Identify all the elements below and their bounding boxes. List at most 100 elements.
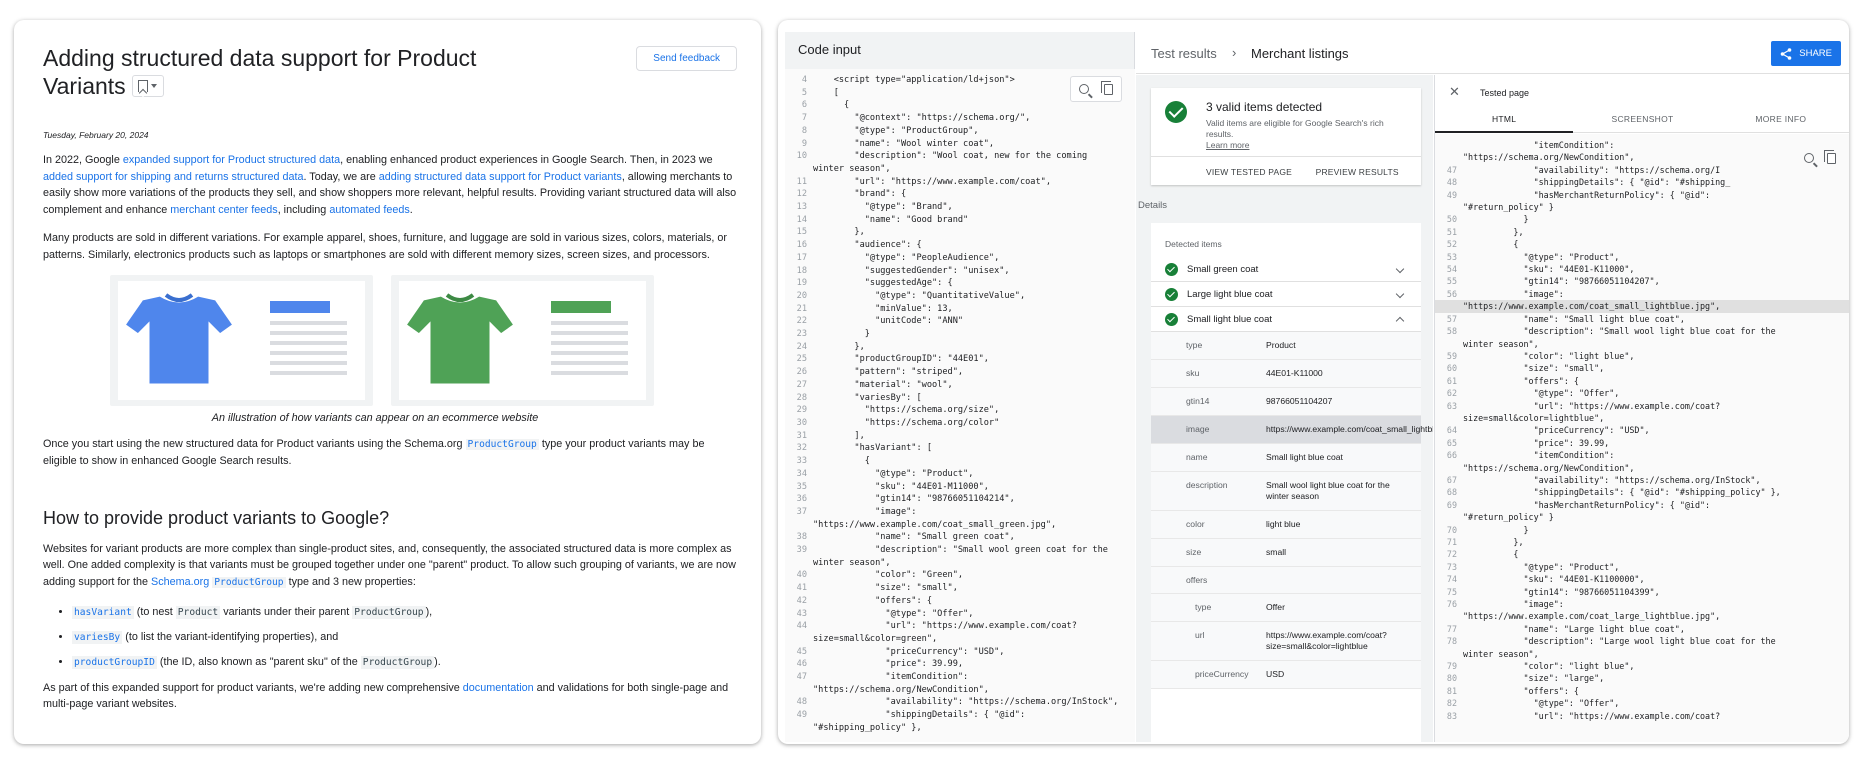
preview-results-button[interactable]: PREVIEW RESULTS bbox=[1316, 167, 1399, 177]
code-line: 36 "gtin14": "98766051104214", bbox=[785, 493, 1135, 506]
property-row[interactable]: type Offer bbox=[1151, 594, 1421, 622]
line-text: "name": "Wool winter coat", bbox=[813, 138, 995, 149]
link-documentation[interactable]: documentation bbox=[463, 682, 534, 694]
line-text: "https://www.example.com/coat_small_ligh… bbox=[1463, 301, 1721, 312]
search-icon[interactable] bbox=[1803, 153, 1814, 163]
link-shipping-returns[interactable]: added support for shipping and returns s… bbox=[43, 171, 304, 183]
line-text: "color": "light blue", bbox=[1463, 350, 1635, 361]
learn-more-link[interactable]: Learn more bbox=[1206, 140, 1249, 150]
text: ). bbox=[434, 656, 441, 669]
link-variesby[interactable]: variesBy bbox=[72, 630, 123, 644]
property-row[interactable]: type Product bbox=[1151, 332, 1421, 360]
code-editor[interactable]: 4 <script type="application/ld+json"> 5 [… bbox=[785, 69, 1135, 742]
line-number: 38 bbox=[796, 532, 807, 543]
blue-variant-figure bbox=[110, 274, 373, 406]
link-hasvariant[interactable]: hasVariant bbox=[72, 605, 134, 619]
line-text: "itemCondition": bbox=[1463, 140, 1615, 150]
property-row[interactable]: offers bbox=[1151, 567, 1421, 594]
send-feedback-button[interactable]: Send feedback bbox=[636, 46, 737, 71]
property-value: https://www.example.com/coat?size=small&… bbox=[1266, 630, 1387, 651]
line-number bbox=[1435, 201, 1463, 213]
code-line: 26 "pattern": "striped", bbox=[785, 366, 1135, 379]
tab-html[interactable]: HTML bbox=[1435, 105, 1574, 133]
property-row[interactable]: image https://www.example.com/coat_small_… bbox=[1151, 416, 1433, 444]
item-properties-table: type Product sku 44E01-K11000 gtin14 98766051… bbox=[1151, 332, 1433, 689]
line-number: 7 bbox=[801, 113, 807, 124]
html-source-view[interactable]: "itemCondition": "https://schema.org/NewC… bbox=[1435, 134, 1849, 742]
property-row[interactable]: gtin14 98766051104207 bbox=[1151, 388, 1421, 416]
property-key: offers bbox=[1186, 575, 1208, 585]
code-line: 80 "size": "large", bbox=[1435, 672, 1849, 684]
detected-item-expanded[interactable]: Small light blue coat bbox=[1151, 307, 1421, 332]
property-row[interactable]: url https://www.example.com/coat?size=sma… bbox=[1151, 622, 1421, 661]
code-line: 41 "size": "small", bbox=[785, 582, 1135, 595]
property-row[interactable]: priceCurrency USD bbox=[1151, 661, 1421, 689]
code-line: 79 "color": "light blue", bbox=[1435, 660, 1849, 672]
property-key: type bbox=[1195, 602, 1212, 612]
code-line: 46 "price": 39.99, bbox=[785, 658, 1135, 671]
code-line: 62 "@type": "Offer", bbox=[1435, 387, 1849, 399]
line-number: 41 bbox=[796, 583, 807, 594]
line-number bbox=[1435, 338, 1463, 350]
property-key: description bbox=[1186, 480, 1228, 490]
line-text: "priceCurrency": "USD", bbox=[1463, 425, 1650, 436]
tab-screenshot[interactable]: SCREENSHOT bbox=[1573, 105, 1711, 133]
copy-icon[interactable] bbox=[1101, 80, 1114, 95]
valid-items-subtitle: Valid items are eligible for Google Sear… bbox=[1206, 118, 1406, 151]
line-text: "priceCurrency": "USD", bbox=[813, 646, 1005, 657]
property-value: Small wool light blue coat for the winte… bbox=[1266, 480, 1390, 501]
view-tested-page-button[interactable]: VIEW TESTED PAGE bbox=[1206, 167, 1292, 177]
link-merchant-center-feeds[interactable]: merchant center feeds bbox=[170, 204, 277, 216]
line-text: "material": "wool", bbox=[813, 379, 953, 390]
code-line: 78 "description": "Large wool light blue… bbox=[1435, 635, 1849, 647]
property-key: size bbox=[1186, 547, 1202, 557]
code-line: winter season", bbox=[785, 557, 1135, 570]
line-text: "price": 39.99, bbox=[813, 659, 964, 670]
line-text: }, bbox=[1463, 537, 1524, 547]
property-row[interactable]: name Small light blue coat bbox=[1151, 444, 1421, 472]
line-number bbox=[1435, 151, 1463, 163]
link-automated-feeds[interactable]: automated feeds bbox=[329, 204, 409, 216]
tab-more-info[interactable]: MORE INFO bbox=[1712, 105, 1849, 133]
code-line: 48 "availability": "https://schema.org/I… bbox=[785, 696, 1135, 709]
line-number bbox=[785, 633, 813, 646]
line-placeholder bbox=[270, 350, 347, 355]
property-row[interactable]: color light blue bbox=[1151, 511, 1421, 539]
close-icon[interactable]: ✕ bbox=[1449, 84, 1460, 100]
line-text: size=small&color=lightblue", bbox=[1463, 412, 1605, 423]
code-line: 18 "suggestedGender": "unisex", bbox=[785, 265, 1135, 278]
line-number: 51 bbox=[1446, 226, 1457, 237]
line-text: "https://schema.org/color" bbox=[813, 417, 1000, 428]
property-row[interactable]: description Small wool light blue coat fo… bbox=[1151, 472, 1421, 511]
share-button[interactable]: SHARE bbox=[1771, 41, 1841, 66]
breadcrumb-test-results[interactable]: Test results bbox=[1151, 46, 1217, 61]
code-line: 15 }, bbox=[785, 226, 1135, 239]
line-text: "availability": "https://schema.org/I bbox=[1463, 164, 1721, 175]
line-text: "url": "https://www.example.com/coat? bbox=[1463, 710, 1721, 721]
variations-paragraph: Many products are sold in different vari… bbox=[43, 232, 727, 261]
link-product-structured-data[interactable]: expanded support for Product structured … bbox=[123, 154, 340, 166]
property-row[interactable]: size small bbox=[1151, 539, 1421, 567]
line-text: "@type": "QuantitativeValue", bbox=[813, 290, 1026, 301]
code-line: 68 "shippingDetails": { "@id": "#shippin… bbox=[1435, 486, 1849, 498]
line-text: "suggestedAge": { bbox=[813, 278, 953, 289]
results-pane: 3 valid items detected Valid items are e… bbox=[1136, 75, 1433, 742]
detected-item[interactable]: Large light blue coat bbox=[1151, 282, 1421, 307]
link-product-variants[interactable]: adding structured data support for Produ… bbox=[379, 171, 622, 183]
figure-caption: An illustration of how variants can appe… bbox=[211, 411, 539, 424]
link-productgroupid[interactable]: productGroupID bbox=[72, 656, 157, 670]
copy-icon[interactable] bbox=[1824, 149, 1837, 164]
property-row[interactable]: sku 44E01-K11000 bbox=[1151, 360, 1421, 388]
link-schema-productgroup[interactable]: Schema.org ProductGroup bbox=[151, 576, 286, 588]
detected-item[interactable]: Small green coat bbox=[1151, 257, 1421, 282]
text: , enabling enhanced product experiences … bbox=[340, 154, 713, 166]
line-text: "pattern": "striped", bbox=[813, 367, 964, 378]
line-number bbox=[1435, 648, 1463, 660]
bookmark-button[interactable] bbox=[131, 75, 164, 97]
search-icon[interactable] bbox=[1078, 84, 1089, 94]
line-number: 17 bbox=[796, 252, 807, 263]
line-number bbox=[1435, 300, 1463, 312]
line-text: "#return_policy" } bbox=[1463, 512, 1554, 523]
results-header: Test results › Merchant listings SHARE bbox=[1136, 32, 1849, 74]
code-line: 19 "suggestedAge": { bbox=[785, 277, 1135, 290]
